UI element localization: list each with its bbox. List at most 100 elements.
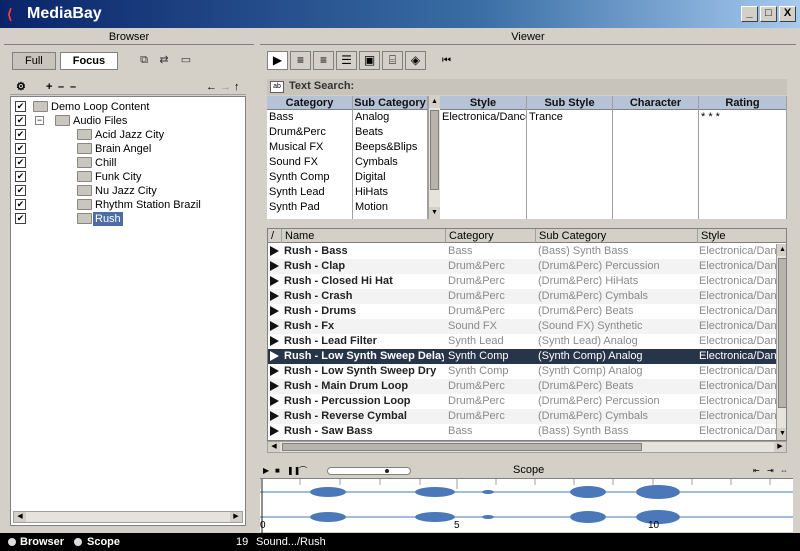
filter-item[interactable]: Musical FX	[267, 140, 352, 155]
loop-icon[interactable]: ⌒	[299, 464, 307, 477]
filter-category[interactable]: Category Bass Drum&Perc Musical FX Sound…	[267, 96, 353, 219]
swap-icon[interactable]: ⇄	[156, 53, 172, 67]
play-icon[interactable]	[270, 321, 279, 331]
filter-item[interactable]: Drum&Perc	[267, 125, 352, 140]
table-row[interactable]: Rush - Clap Drum&Perc (Drum&Perc) Percus…	[268, 259, 786, 274]
checkbox[interactable]: ✔	[15, 157, 26, 168]
collapse-icon[interactable]: −	[35, 116, 44, 125]
filter-item[interactable]: * * *	[699, 110, 786, 125]
play-icon[interactable]	[270, 396, 279, 406]
scroll-up-icon[interactable]: ▲	[429, 96, 440, 108]
tab-full[interactable]: Full	[12, 52, 56, 70]
filter-category-header[interactable]: Category	[267, 96, 352, 110]
settings-icon[interactable]: ⚙	[16, 80, 26, 94]
column-header-category[interactable]: Category	[446, 229, 536, 243]
dash-icon[interactable]: –	[58, 80, 64, 94]
scope-toggle-icon[interactable]	[74, 538, 82, 546]
scroll-down-icon[interactable]: ▼	[429, 207, 440, 219]
play-icon[interactable]	[270, 351, 279, 361]
checkbox[interactable]: ✔	[15, 171, 26, 182]
volume-slider[interactable]	[327, 467, 411, 475]
filter-item[interactable]: Synth Pad	[267, 200, 352, 215]
filter-item[interactable]: Bass	[267, 110, 352, 125]
table-row[interactable]: Rush - Crash Drum&Perc (Drum&Perc) Cymba…	[268, 289, 786, 304]
minimize-button[interactable]: _	[741, 6, 758, 22]
tree-item-acid-jazz-city[interactable]: ✔ Acid Jazz City	[11, 128, 245, 142]
filter-style-header[interactable]: Style	[440, 96, 526, 110]
play-icon[interactable]	[270, 306, 279, 316]
filter-item[interactable]: Analog	[353, 110, 427, 125]
tree-item-demo-loop-content[interactable]: ✔ Demo Loop Content	[11, 100, 245, 114]
table-row-selected[interactable]: Rush - Low Synth Sweep Delay Synth Comp …	[268, 349, 786, 364]
results-vertical-scrollbar[interactable]: ▲ ▼	[776, 244, 786, 440]
tree-item-rush[interactable]: ✔ Rush	[11, 212, 245, 226]
filter-item[interactable]: HiHats	[353, 185, 427, 200]
slider-knob[interactable]	[385, 469, 389, 473]
scrollbar-thumb[interactable]	[778, 258, 786, 408]
filter-rating-header[interactable]: Rating	[699, 96, 786, 110]
filter-item[interactable]: Digital	[353, 170, 427, 185]
browser-toggle-label[interactable]: Browser	[20, 533, 64, 551]
checkbox[interactable]: ✔	[15, 143, 26, 154]
table-row[interactable]: Rush - Main Drum Loop Drum&Perc (Drum&Pe…	[268, 379, 786, 394]
scope-toggle-label[interactable]: Scope	[87, 533, 120, 551]
checkbox[interactable]: ✔	[15, 115, 26, 126]
sort-indicator[interactable]: /	[268, 229, 282, 243]
align-left-icon[interactable]: ≡	[290, 51, 311, 70]
filter-item[interactable]: Beeps&Blips	[353, 140, 427, 155]
expand-all-icon[interactable]: +	[46, 80, 52, 94]
frame-icon[interactable]: ⌸	[382, 51, 403, 70]
zoom-in-icon[interactable]: ⇥	[767, 464, 774, 477]
scroll-left-icon[interactable]: ◀	[14, 512, 26, 522]
table-row[interactable]: Rush - Saw Bass Bass (Bass) Synth Bass E…	[268, 424, 786, 439]
play-icon[interactable]	[270, 336, 279, 346]
checkbox[interactable]: ✔	[15, 213, 26, 224]
table-row[interactable]: Rush - Lead Filter Synth Lead (Synth Lea…	[268, 334, 786, 349]
scroll-right-icon[interactable]: ▶	[230, 512, 242, 522]
play-icon[interactable]	[270, 411, 279, 421]
filter-style[interactable]: Style Electronica/Dance	[440, 96, 527, 219]
up-arrow-icon[interactable]: ↑	[234, 80, 240, 94]
list-icon[interactable]: ☰	[336, 51, 357, 70]
stop-icon[interactable]: ■	[275, 464, 280, 477]
column-header-name[interactable]: Name	[282, 229, 446, 243]
column-header-subcategory[interactable]: Sub Category	[536, 229, 698, 243]
scrollbar-thumb[interactable]	[282, 443, 642, 451]
tree-item-audio-files[interactable]: ✔ − Audio Files	[11, 114, 245, 128]
tab-focus[interactable]: Focus	[59, 52, 119, 70]
collapse-all-icon[interactable]: –	[70, 80, 76, 94]
play-icon[interactable]	[270, 261, 279, 271]
copy-icon[interactable]: ⧉	[136, 53, 152, 67]
filter-subcategory[interactable]: Sub Category Analog Beats Beeps&Blips Cy…	[353, 96, 428, 219]
scroll-right-icon[interactable]: ▶	[774, 442, 786, 452]
tree-item-chill[interactable]: ✔ Chill	[11, 156, 245, 170]
scroll-up-icon[interactable]: ▲	[777, 244, 786, 256]
filter-item[interactable]: Cymbals	[353, 155, 427, 170]
checkbox[interactable]: ✔	[15, 101, 26, 112]
filter-item[interactable]: Synth Lead	[267, 185, 352, 200]
tree-horizontal-scrollbar[interactable]: ◀ ▶	[13, 511, 243, 523]
results-horizontal-scrollbar[interactable]: ◀ ▶	[267, 441, 787, 453]
checkbox[interactable]: ✔	[15, 129, 26, 140]
scope-waveform[interactable]: 0 5 10	[259, 478, 793, 533]
filter-character-header[interactable]: Character	[613, 96, 698, 110]
column-header-style[interactable]: Style	[698, 229, 786, 243]
play-icon[interactable]: ▶	[263, 464, 269, 477]
scrollbar-thumb[interactable]	[430, 110, 439, 190]
table-row[interactable]: Rush - Reverse Cymbal Drum&Perc (Drum&Pe…	[268, 409, 786, 424]
table-row[interactable]: Rush - Bass Bass (Bass) Synth Bass Elect…	[268, 244, 786, 259]
align-center-icon[interactable]: ≡	[313, 51, 334, 70]
browser-toggle-icon[interactable]	[8, 538, 16, 546]
play-icon[interactable]	[270, 291, 279, 301]
scroll-left-icon[interactable]: ◀	[268, 442, 280, 452]
rewind-icon[interactable]: ⏮	[436, 51, 457, 70]
play-icon[interactable]	[270, 426, 279, 436]
filter-item[interactable]: Electronica/Dance	[440, 110, 526, 125]
checkbox[interactable]: ✔	[15, 199, 26, 210]
cube-icon[interactable]: ◈	[405, 51, 426, 70]
table-row[interactable]: Rush - Percussion Loop Drum&Perc (Drum&P…	[268, 394, 786, 409]
new-folder-icon[interactable]: ▭	[178, 53, 194, 67]
table-row[interactable]: Rush - Fx Sound FX (Sound FX) Synthetic …	[268, 319, 786, 334]
filter-substyle-header[interactable]: Sub Style	[527, 96, 612, 110]
filter-subcategory-header[interactable]: Sub Category	[353, 96, 427, 110]
